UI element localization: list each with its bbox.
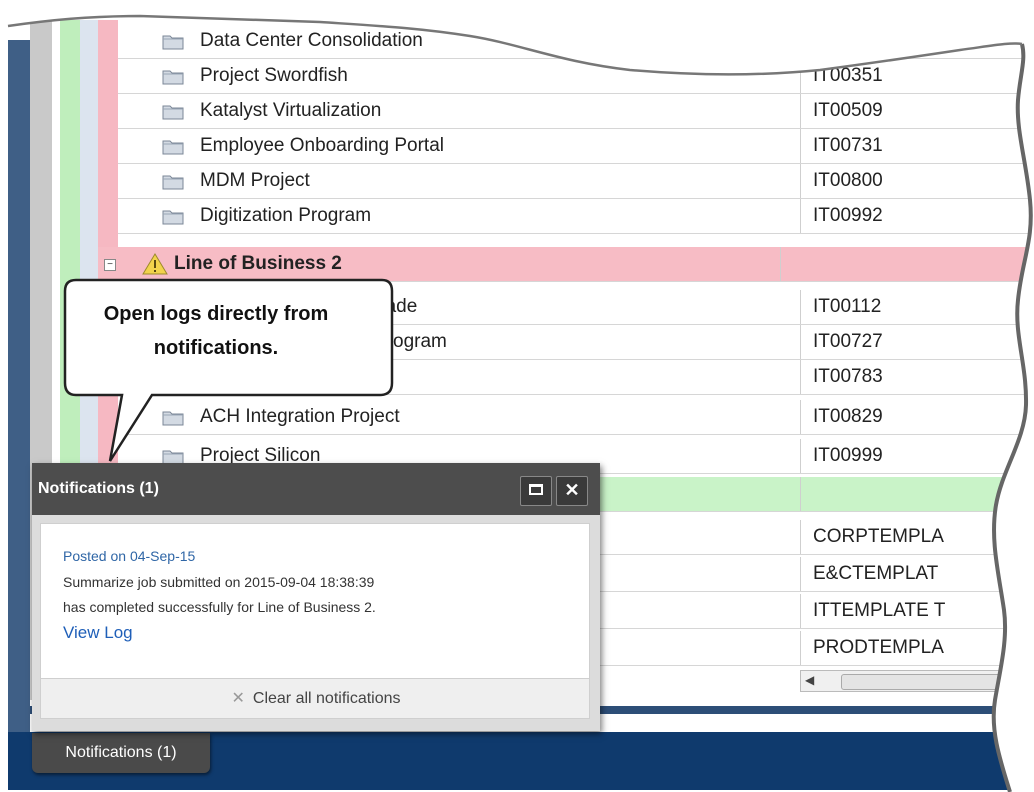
- clear-all-notifications-button[interactable]: ✕ Clear all notifications: [41, 679, 591, 719]
- scrollbar-thumb[interactable]: [841, 674, 1003, 690]
- project-code: IT00783: [800, 360, 1034, 394]
- project-code: IT00992: [800, 199, 1034, 233]
- tree-row-project[interactable]: Employee Onboarding Portal IT00731: [118, 129, 1034, 164]
- callout-line-2: notifications.: [153, 337, 279, 359]
- notification-message-line-1: Summarize job submitted on 2015-09-04 18…: [63, 574, 375, 590]
- project-code: IT00727: [800, 325, 1034, 359]
- tree-row-project[interactable]: Project Swordfish IT00351: [118, 59, 1034, 94]
- tree-row-line-of-business[interactable]: − Line of Business 2: [98, 247, 1034, 282]
- scroll-left-icon[interactable]: ◀: [805, 673, 814, 687]
- notifications-taskbar-tab[interactable]: Notifications (1): [32, 733, 210, 773]
- project-code: [780, 247, 1020, 281]
- notifications-header: Notifications (1) ✕: [32, 463, 600, 515]
- notification-posted-date: Posted on 04-Sep-15: [63, 548, 196, 564]
- view-log-link[interactable]: View Log: [63, 623, 133, 643]
- folder-icon: [162, 175, 184, 190]
- template-code: PRODTEMPLA: [800, 631, 1034, 665]
- tree-row-project[interactable]: Data Center Consolidation: [118, 24, 1034, 59]
- project-code: IT00800: [800, 164, 1034, 198]
- collapse-toggle-icon[interactable]: −: [104, 259, 116, 271]
- project-name: Employee Onboarding Portal: [200, 135, 444, 156]
- clear-notifications-bar: ✕ Clear all notifications: [40, 679, 590, 719]
- project-code: IT00509: [800, 94, 1034, 128]
- screenshot-frame: Data Center Consolidation Project Swordf…: [0, 0, 1034, 792]
- line-of-business-name: Line of Business 2: [174, 253, 342, 274]
- callout-line-1: Open logs directly from: [103, 303, 329, 325]
- clear-all-label: Clear all notifications: [252, 690, 401, 707]
- tree-row-project[interactable]: MDM Project IT00800: [118, 164, 1034, 199]
- project-name: Data Center Consolidation: [200, 30, 423, 51]
- application-window: Data Center Consolidation Project Swordf…: [0, 0, 1034, 792]
- tree-row-project[interactable]: Digitization Program IT00992: [118, 199, 1034, 234]
- notification-message-line-2: has completed successfully for Line of B…: [63, 599, 376, 615]
- template-code: E&CTEMPLAT: [800, 557, 1034, 591]
- project-name: Katalyst Virtualization: [200, 100, 382, 121]
- project-code: [800, 477, 1034, 511]
- project-code: IT00731: [800, 129, 1034, 163]
- folder-icon: [162, 210, 184, 225]
- project-code: IT00999: [800, 439, 1034, 473]
- close-button[interactable]: ✕: [556, 476, 588, 506]
- folder-icon: [162, 140, 184, 155]
- project-name: MDM Project: [200, 170, 310, 191]
- notifications-panel: Notifications (1) ✕ Posted on 04-Sep-15 …: [32, 463, 600, 731]
- folder-icon: [162, 70, 184, 85]
- folder-icon: [162, 105, 184, 120]
- maximize-button[interactable]: [520, 476, 552, 506]
- tree-row-project[interactable]: Katalyst Virtualization IT00509: [118, 94, 1034, 129]
- warning-icon: [142, 253, 168, 275]
- notifications-title: Notifications (1): [38, 480, 159, 497]
- folder-icon: [162, 35, 184, 50]
- project-code: IT00112: [800, 290, 1034, 324]
- notification-item: Posted on 04-Sep-15 Summarize job submit…: [40, 523, 590, 679]
- template-code: CORPTEMPLA: [800, 520, 1034, 554]
- project-name: Digitization Program: [200, 205, 372, 226]
- project-code: [800, 24, 1034, 58]
- tip-callout: Open logs directly from notifications.: [63, 278, 394, 462]
- project-code: IT00829: [800, 400, 1034, 434]
- template-code: ITTEMPLATE T: [800, 594, 1034, 628]
- clear-x-icon: ✕: [231, 690, 245, 707]
- horizontal-scrollbar[interactable]: ◀: [800, 670, 1034, 692]
- left-navigation-bar: [8, 40, 30, 780]
- maximize-icon: [529, 484, 543, 495]
- project-code: IT00351: [800, 59, 1034, 93]
- project-name: Project Swordfish: [200, 65, 348, 86]
